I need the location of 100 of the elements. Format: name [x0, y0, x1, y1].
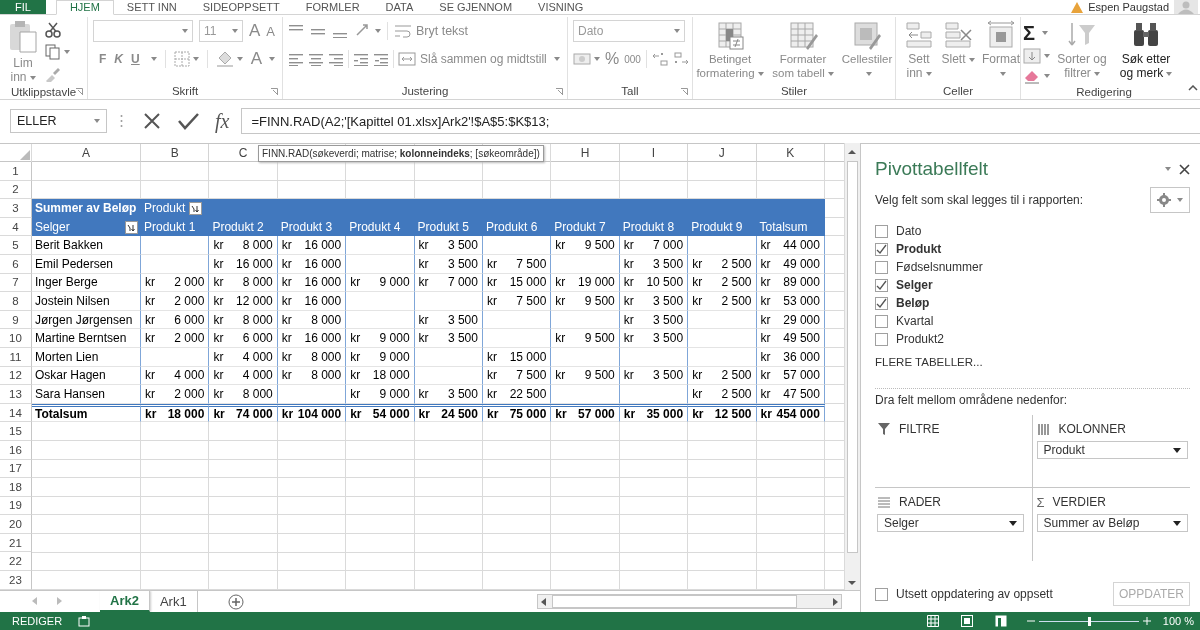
cancel-icon[interactable] — [143, 112, 161, 130]
more-tables-link[interactable]: FLERE TABELLER... — [875, 356, 1190, 368]
zoom-in-icon[interactable] — [1142, 617, 1151, 625]
field-label: Produkt — [896, 242, 942, 256]
dialog-launcher-icon[interactable] — [271, 88, 278, 95]
fill-down-icon[interactable] — [1023, 48, 1041, 64]
name-box[interactable]: ELLER — [10, 109, 107, 133]
check-icon — [876, 279, 887, 291]
table-cell: kr 22 500 — [482, 385, 552, 404]
table-cell: Sara Hansen — [32, 385, 141, 404]
previous-sheet-icon[interactable] — [32, 597, 38, 605]
scroll-thumb[interactable] — [847, 161, 858, 553]
align-right-icon[interactable] — [328, 52, 344, 66]
field-dropdown[interactable]: Selger — [877, 514, 1024, 532]
macro-record-icon[interactable] — [78, 615, 91, 627]
select-all-button[interactable] — [20, 150, 30, 160]
check-icon — [876, 243, 887, 255]
checkbox[interactable] — [875, 278, 888, 292]
find-select-button[interactable]: Søk etter og merk — [1114, 20, 1178, 80]
page-layout-icon[interactable] — [960, 615, 973, 627]
checkbox[interactable] — [875, 224, 888, 238]
font-name-field[interactable] — [93, 20, 193, 42]
table-cell: kr 8 000 — [209, 385, 278, 404]
borders-icon[interactable] — [173, 51, 190, 67]
ribbon-tab[interactable]: FORMLER — [292, 0, 373, 14]
caret-icon[interactable] — [1008, 520, 1017, 526]
table-cell: kr 3 500 — [414, 385, 483, 404]
increase-indent-icon[interactable] — [373, 52, 389, 66]
field-dropdown[interactable]: Produkt — [1036, 441, 1188, 459]
scroll-thumb[interactable] — [552, 595, 797, 608]
scissors-icon[interactable] — [45, 22, 61, 38]
checkbox[interactable] — [875, 260, 888, 274]
table-cell: kr 2 000 — [141, 385, 210, 404]
table-cell: Jostein Nilsen — [32, 292, 141, 311]
decrease-indent-icon[interactable] — [353, 52, 369, 66]
zoom-thumb[interactable] — [1087, 616, 1091, 626]
check-icon[interactable] — [177, 112, 199, 130]
table-header-cell: Produkt — [144, 201, 186, 216]
checkbox[interactable] — [875, 587, 888, 601]
field-label: Utsett oppdatering av oppsett — [896, 587, 1053, 601]
filter-dropdown-icon[interactable] — [189, 202, 203, 215]
autosum-button[interactable]: Σ — [1023, 22, 1050, 44]
areas-prompt: Dra felt mellom områdene nedenfor: — [875, 393, 1069, 407]
table-cell: kr 9 500 — [551, 236, 620, 255]
sigma-symbol: Σ — [1036, 494, 1045, 510]
checkbox[interactable] — [875, 314, 888, 328]
account-name[interactable]: Espen Paugstad — [1088, 0, 1169, 14]
paintbrush-icon[interactable] — [45, 66, 61, 82]
next-sheet-icon[interactable] — [56, 597, 62, 605]
add-sheet-icon[interactable] — [227, 594, 244, 610]
row-header[interactable]: 22 — [0, 552, 32, 572]
rows-icon[interactable] — [877, 495, 891, 509]
pane-prompt: Velg felt som skal legges til i rapporten: — [875, 193, 1084, 207]
dialog-launcher-icon[interactable] — [76, 88, 83, 95]
checkbox[interactable] — [875, 242, 888, 256]
insert-function-button[interactable]: fx — [215, 109, 230, 133]
align-left-icon[interactable] — [288, 52, 304, 66]
columns-icon[interactable] — [1036, 422, 1051, 436]
dialog-launcher-icon[interactable] — [556, 88, 563, 95]
collapse-ribbon-icon[interactable] — [1188, 85, 1198, 91]
group-label: Celler — [942, 85, 973, 97]
close-icon[interactable] — [1179, 163, 1190, 175]
field-dropdown[interactable]: Summer av Beløp — [1036, 514, 1188, 532]
zoom-out-icon[interactable] — [1026, 617, 1035, 625]
ribbon-tab[interactable]: DATA — [372, 0, 427, 14]
caret-icon[interactable] — [1173, 520, 1181, 526]
gear-icon — [1157, 193, 1171, 207]
ribbon-tab[interactable]: FIL — [0, 0, 46, 14]
sheet-tab[interactable]: Ark2 — [100, 591, 150, 612]
increase-decimal-icon[interactable] — [651, 51, 668, 67]
table-cell: kr 49 500 — [756, 329, 825, 348]
copy-icon[interactable] — [45, 44, 61, 60]
caret-icon[interactable] — [1173, 447, 1181, 453]
warning-icon — [1071, 1, 1084, 13]
table-cell: kr 47 500 — [756, 385, 825, 404]
ribbon-tab[interactable]: SIDEOPPSETT — [189, 0, 293, 14]
settings-button[interactable] — [1150, 187, 1190, 213]
eraser-icon[interactable] — [1023, 68, 1041, 84]
align-center-icon[interactable] — [308, 52, 324, 66]
normal-view-icon[interactable] — [926, 615, 939, 627]
table-cell: kr 12 000 — [209, 292, 278, 311]
decrease-decimal-icon[interactable] — [672, 51, 689, 67]
ribbon-tab[interactable]: HJEM — [55, 0, 114, 15]
ribbon-tab[interactable]: VISNING — [525, 0, 597, 14]
table-cell: kr 3 500 — [414, 236, 483, 255]
fill-color-icon[interactable] — [215, 51, 234, 67]
table-cell: kr 3 500 — [414, 329, 483, 348]
area-label: FILTRE — [899, 422, 940, 436]
checkbox[interactable] — [875, 296, 888, 310]
ribbon-tab[interactable]: SETT INN — [113, 0, 190, 14]
checkbox[interactable] — [875, 332, 888, 346]
formula-field[interactable]: =FINN.RAD(A2;'[Kapittel 01.xlsx]Ark2'!$A$5:$K$13; — [241, 108, 1200, 134]
table-cell: kr 8 000 — [209, 236, 278, 255]
page-break-icon[interactable] — [994, 615, 1007, 627]
field-label: Beløp — [896, 296, 930, 310]
ribbon-tab[interactable]: SE GJENNOM — [426, 0, 526, 14]
filter-dropdown-icon[interactable] — [125, 220, 138, 234]
filter-icon[interactable] — [877, 422, 891, 436]
table-cell: kr 2 500 — [688, 385, 757, 404]
dialog-launcher-icon[interactable] — [681, 88, 688, 95]
